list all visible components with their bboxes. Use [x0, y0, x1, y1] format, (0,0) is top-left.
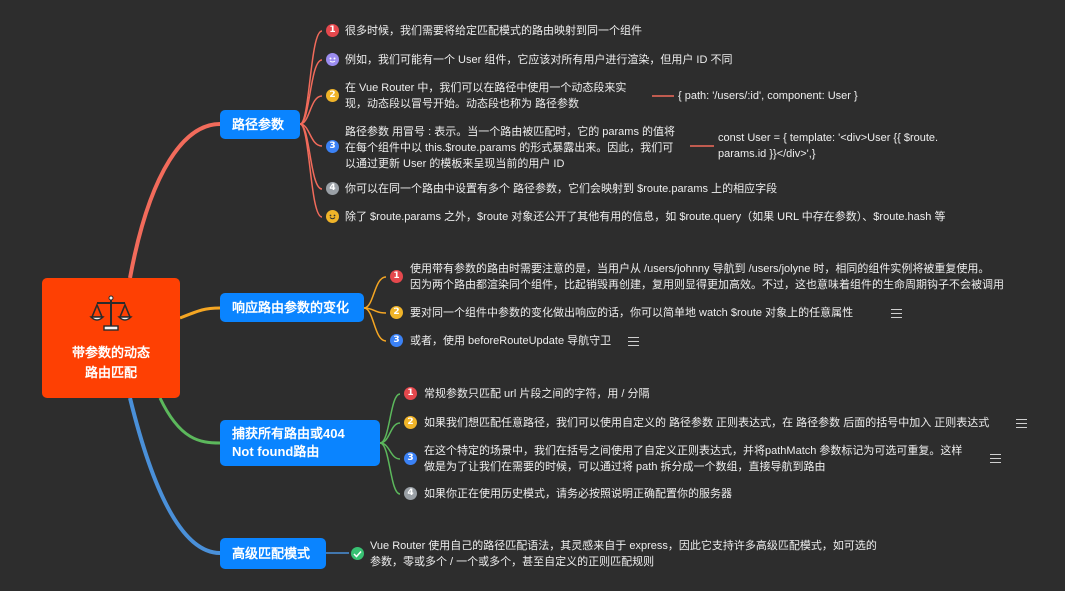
topic-advanced[interactable]: 高级匹配模式: [220, 538, 326, 569]
priority-1-icon: 1: [326, 24, 339, 37]
react-params-item-1[interactable]: 使用带有参数的路由时需要注意的是，当用户从 /users/johnny 导航到 …: [410, 261, 1004, 293]
path-params-item-3[interactable]: 在 Vue Router 中，我们可以在路径中使用一个动态段来实 现，动态段以冒…: [345, 80, 626, 112]
react-params-item-1-line2: 因为两个路由都渲染同个组件，比起销毁再创建，复用则显得更加高效。不过，这也意味着…: [410, 279, 1004, 291]
priority-1-icon: 1: [390, 270, 403, 283]
topic-react-params[interactable]: 响应路由参数的变化: [220, 293, 364, 322]
catch-all-item-4[interactable]: 如果你正在使用历史模式，请务必按照说明正确配置你的服务器: [424, 486, 732, 502]
react-params-item-3[interactable]: 或者，使用 beforeRouteUpdate 导航守卫: [410, 333, 611, 349]
catch-all-item-2[interactable]: 如果我们想匹配任意路径，我们可以使用自定义的 路径参数 正则表达式，在 路径参数…: [424, 415, 989, 431]
priority-4-icon: 4: [326, 182, 339, 195]
react-params-item-1-line1: 使用带有参数的路由时需要注意的是，当用户从 /users/johnny 导航到 …: [410, 263, 990, 275]
advanced-item-1-line1: Vue Router 使用自己的路径匹配语法，其灵感来自于 express，因此…: [370, 540, 877, 552]
priority-2-icon: 2: [390, 306, 403, 319]
topic-label: 高级匹配模式: [232, 545, 311, 561]
smile-icon: [326, 210, 339, 223]
catch-all-item-1[interactable]: 常规参数只匹配 url 片段之间的字符，用 / 分隔: [424, 386, 650, 402]
priority-3-icon: 3: [404, 452, 417, 465]
priority-1-icon: 1: [404, 387, 417, 400]
check-icon: [351, 547, 364, 560]
react-params-item-2[interactable]: 要对同一个组件中参数的变化做出响应的话，你可以简单地 watch $route …: [410, 305, 853, 321]
topic-path-params[interactable]: 路径参数: [220, 110, 300, 139]
note-lines-icon[interactable]: [1016, 419, 1027, 428]
code-line2: params.id }}</div>',}: [718, 148, 816, 160]
priority-3-icon: 3: [390, 334, 403, 347]
path-params-item-6[interactable]: 除了 $route.params 之外，$route 对象还公开了其他有用的信息…: [345, 209, 945, 225]
path-params-item-4[interactable]: 路径参数 用冒号 : 表示。当一个路由被匹配时，它的 params 的值将 在每…: [345, 124, 675, 172]
note-lines-icon[interactable]: [990, 454, 1001, 463]
emoji-icon: [326, 53, 339, 66]
priority-3-icon: 3: [326, 140, 339, 153]
catch-all-item-3-line2: 做是为了让我们在需要的时候，可以通过将 path 拆分成一个数组，直接导航到路由: [424, 461, 826, 473]
scales-icon: [89, 295, 133, 331]
topic-label-line1: 捕获所有路由或404: [232, 426, 345, 441]
priority-2-icon: 2: [326, 89, 339, 102]
path-params-item-2[interactable]: 例如，我们可能有一个 User 组件，它应该对所有用户进行渲染，但用户 ID 不…: [345, 52, 732, 68]
priority-2-icon: 2: [404, 416, 417, 429]
topic-label: 响应路由参数的变化: [232, 299, 350, 315]
catch-all-item-3[interactable]: 在这个特定的场景中，我们在括号之间使用了自定义正则表达式，并将pathMatch…: [424, 443, 962, 475]
topic-label-line2: Not found路由: [232, 444, 320, 459]
path-params-item-4-code[interactable]: const User = { template: '<div>User {{ $…: [718, 130, 938, 162]
path-params-item-3-line2: 现，动态段以冒号开始。动态段也称为 路径参数: [345, 98, 580, 110]
path-params-item-3-line1: 在 Vue Router 中，我们可以在路径中使用一个动态段来实: [345, 82, 627, 94]
path-params-item-4-line3: 以通过更新 User 的模板来呈现当前的用户 ID: [345, 158, 565, 170]
path-params-item-4-line2: 在每个组件中以 this.$route.params 的形式暴露出来。因此，我们…: [345, 142, 674, 154]
path-params-item-1[interactable]: 很多时候，我们需要将给定匹配模式的路由映射到同一个组件: [345, 23, 642, 39]
path-params-item-3-code[interactable]: { path: '/users/:id', component: User }: [678, 88, 858, 104]
root-title-line1: 带参数的动态: [71, 345, 150, 360]
advanced-item-1-line2: 参数，零或多个 / 一个或多个，甚至自定义的正则匹配规则: [370, 556, 655, 568]
note-lines-icon[interactable]: [628, 337, 639, 346]
catch-all-item-3-line1: 在这个特定的场景中，我们在括号之间使用了自定义正则表达式，并将pathMatch…: [424, 445, 963, 457]
topic-catch-all[interactable]: 捕获所有路由或404 Not found路由: [220, 420, 380, 466]
advanced-item-1[interactable]: Vue Router 使用自己的路径匹配语法，其灵感来自于 express，因此…: [370, 538, 877, 570]
code-line1: const User = { template: '<div>User {{ $…: [718, 132, 939, 144]
note-lines-icon[interactable]: [891, 309, 902, 318]
root-title-line2: 路由匹配: [84, 365, 137, 380]
root-node[interactable]: 带参数的动态 路由匹配: [42, 278, 180, 398]
priority-4-icon: 4: [404, 487, 417, 500]
topic-label: 路径参数: [232, 116, 285, 132]
path-params-item-4-line1: 路径参数 用冒号 : 表示。当一个路由被匹配时，它的 params 的值将: [345, 126, 676, 138]
path-params-item-5[interactable]: 你可以在同一个路由中设置有多个 路径参数，它们会映射到 $route.param…: [345, 181, 777, 197]
